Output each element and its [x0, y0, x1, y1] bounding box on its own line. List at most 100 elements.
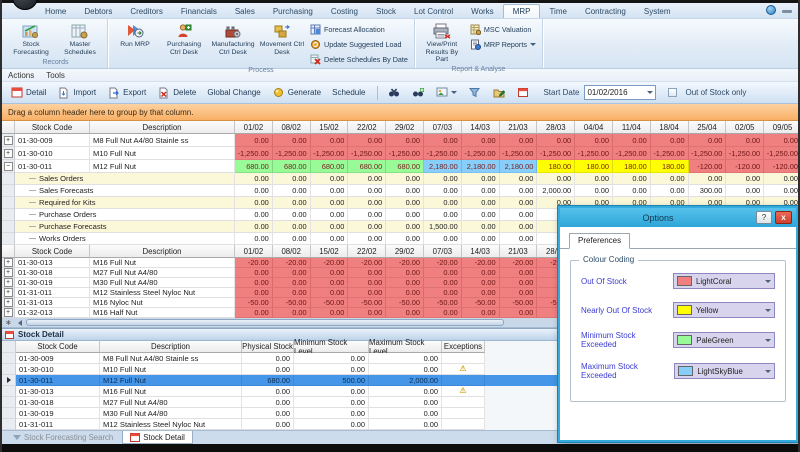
cell-subrow-value[interactable]: 0.00 — [386, 209, 424, 221]
cell-subrow-value[interactable]: 0.00 — [651, 173, 689, 185]
cell-description[interactable]: M16 Half Nut — [90, 308, 235, 318]
cell-subrow-value[interactable]: 0.00 — [500, 233, 538, 245]
cell-forecast-value[interactable]: 0.00 — [273, 308, 311, 318]
cell-forecast-value[interactable]: -50.00 — [462, 298, 500, 308]
ribbon-tab-financials[interactable]: Financials — [172, 5, 226, 18]
cell-forecast-value[interactable]: -1,250.00 — [500, 147, 538, 160]
cell-exceptions[interactable] — [442, 408, 485, 419]
column-header-description[interactable]: Description — [90, 245, 235, 258]
cell-physical-stock[interactable]: 0.00 — [242, 353, 294, 364]
cell-forecast-value[interactable]: 0.00 — [273, 268, 311, 278]
cell-forecast-value[interactable]: -1,250.00 — [348, 147, 386, 160]
ribbon-tab-purchasing[interactable]: Purchasing — [264, 5, 322, 18]
toolbar-button-schedule[interactable]: Schedule — [329, 86, 371, 99]
cell-forecast-value[interactable]: 0.00 — [462, 288, 500, 298]
column-header-date[interactable]: 21/03 — [500, 121, 538, 134]
cell-subrow-value[interactable]: 0.00 — [311, 173, 349, 185]
column-header-description[interactable]: Description — [100, 341, 242, 353]
column-header-date[interactable]: 04/04 — [575, 121, 613, 134]
cell-subrow-value[interactable]: 0.00 — [575, 185, 613, 197]
cell-subrow-value[interactable]: 0.00 — [651, 185, 689, 197]
cell-forecast-value[interactable]: 0.00 — [726, 134, 764, 147]
cell-physical-stock[interactable]: 0.00 — [242, 397, 294, 408]
ribbon-tab-time[interactable]: Time — [540, 5, 575, 18]
cell-forecast-value[interactable]: 0.00 — [462, 278, 500, 288]
scrollbar-thumb[interactable] — [26, 319, 504, 326]
cell-subrow-value[interactable]: 0.00 — [273, 221, 311, 233]
cell-forecast-value[interactable]: -50.00 — [424, 298, 462, 308]
column-header-physical-stock[interactable]: Physical Stock — [242, 341, 294, 353]
cell-description[interactable]: M30 Full Nut A4/80 — [100, 408, 242, 419]
toolbar-button-global-change[interactable]: Global Change — [204, 86, 266, 99]
cell-forecast-value[interactable]: -120.00 — [764, 160, 800, 173]
cell-forecast-value[interactable]: 0.00 — [273, 288, 311, 298]
cell-subrow-value[interactable]: 0.00 — [500, 185, 538, 197]
cell-forecast-value[interactable]: -20.00 — [273, 258, 311, 268]
column-header-stock-code[interactable]: Stock Code — [15, 245, 90, 258]
cell-subrow-value[interactable]: 0.00 — [726, 185, 764, 197]
cell-subrow-value[interactable]: 0.00 — [235, 221, 273, 233]
ribbon-tab-contracting[interactable]: Contracting — [576, 5, 635, 18]
cell-subrow-value[interactable]: 2,000.00 — [537, 185, 575, 197]
cell-forecast-value[interactable]: 0.00 — [235, 134, 273, 147]
ribbon-button-stock-forecasting[interactable]: Stock Forecasting — [7, 21, 55, 57]
cell-forecast-value[interactable]: -20.00 — [462, 258, 500, 268]
expand-icon[interactable]: + — [4, 308, 13, 317]
cell-description[interactable]: M16 Nyloc Nut — [90, 298, 235, 308]
cell-forecast-value[interactable]: -120.00 — [689, 160, 727, 173]
cell-forecast-value[interactable]: 680.00 — [311, 160, 349, 173]
column-header-date[interactable]: 14/03 — [462, 245, 500, 258]
cell-description[interactable]: M27 Full Nut A4/80 — [90, 268, 235, 278]
cell-forecast-value[interactable]: 180.00 — [537, 160, 575, 173]
cell-forecast-value[interactable]: 0.00 — [575, 134, 613, 147]
cell-subrow-value[interactable]: 0.00 — [689, 173, 727, 185]
cell-forecast-value[interactable]: 0.00 — [235, 308, 273, 318]
column-header-maximum-stock-level[interactable]: Maximum Stock Level — [369, 341, 442, 353]
ribbon-button-movement-ctrl-desk[interactable]: Movement Ctrl Desk — [258, 21, 306, 57]
cell-forecast-value[interactable]: -20.00 — [424, 258, 462, 268]
toolbar-binoculars-icon[interactable] — [384, 84, 406, 101]
ribbon-button-manufacturing-ctrl-desk[interactable]: Manufacturing Ctrl Desk — [209, 21, 257, 57]
cell-subrow-value[interactable]: 0.00 — [311, 209, 349, 221]
cell-forecast-value[interactable]: 680.00 — [273, 160, 311, 173]
cell-maximum-stock-level[interactable]: 0.00 — [369, 386, 442, 397]
cell-subrow-value[interactable]: 0.00 — [575, 173, 613, 185]
cell-subrow-value[interactable]: 0.00 — [613, 173, 651, 185]
cell-forecast-value[interactable]: 0.00 — [764, 134, 800, 147]
cell-forecast-value[interactable]: -1,250.00 — [235, 147, 273, 160]
column-header-date[interactable]: 07/03 — [424, 121, 462, 134]
cell-description[interactable]: M8 Full Nut A4/80 Stainle ss — [90, 134, 235, 147]
cell-forecast-value[interactable]: -1,250.00 — [462, 147, 500, 160]
cell-subrow-value[interactable]: 0.00 — [348, 209, 386, 221]
cell-subrow-value[interactable]: 0.00 — [424, 185, 462, 197]
cell-physical-stock[interactable]: 0.00 — [242, 408, 294, 419]
group-by-panel[interactable]: Drag a column header here to group by th… — [2, 104, 798, 121]
cell-subrow-value[interactable]: 0.00 — [311, 197, 349, 209]
cell-description[interactable]: M8 Full Nut A4/80 Stainle ss — [100, 353, 242, 364]
cell-subrow-value[interactable]: 0.00 — [235, 209, 273, 221]
cell-forecast-value[interactable]: 0.00 — [500, 288, 538, 298]
cell-subrow-value[interactable]: 0.00 — [386, 221, 424, 233]
cell-description[interactable]: M12 Full Nut — [100, 375, 242, 386]
cell-subrow-value[interactable]: 0.00 — [764, 185, 800, 197]
cell-forecast-value[interactable]: 0.00 — [348, 278, 386, 288]
cell-stock-code[interactable]: 01-30-013 — [15, 258, 90, 268]
cell-forecast-value[interactable]: 0.00 — [386, 268, 424, 278]
cell-subrow-value[interactable]: 0.00 — [537, 173, 575, 185]
column-header-stock-code[interactable]: Stock Code — [15, 121, 90, 134]
cell-forecast-value[interactable]: -1,250.00 — [424, 147, 462, 160]
cell-forecast-value[interactable]: 180.00 — [613, 160, 651, 173]
cell-forecast-value[interactable]: 0.00 — [311, 308, 349, 318]
cell-subrow-value[interactable]: 0.00 — [462, 233, 500, 245]
cell-stock-code[interactable]: 01-30-019 — [15, 278, 90, 288]
scroll-left-icon[interactable] — [18, 320, 22, 326]
colour-select-lightcoral[interactable]: LightCoral — [673, 273, 775, 289]
column-header-date[interactable]: 09/05 — [764, 121, 800, 134]
forecast-subrow[interactable]: Sales Forecasts0.000.000.000.000.000.000… — [2, 185, 800, 197]
cell-forecast-value[interactable]: 0.00 — [235, 288, 273, 298]
ribbon-tab-home[interactable]: Home — [36, 5, 75, 18]
cell-subrow-value[interactable]: 0.00 — [386, 233, 424, 245]
cell-description[interactable]: M27 Full Nut A4/80 — [100, 397, 242, 408]
ribbon-tab-costing[interactable]: Costing — [322, 5, 367, 18]
cell-description[interactable]: M10 Full Nut — [90, 147, 235, 160]
